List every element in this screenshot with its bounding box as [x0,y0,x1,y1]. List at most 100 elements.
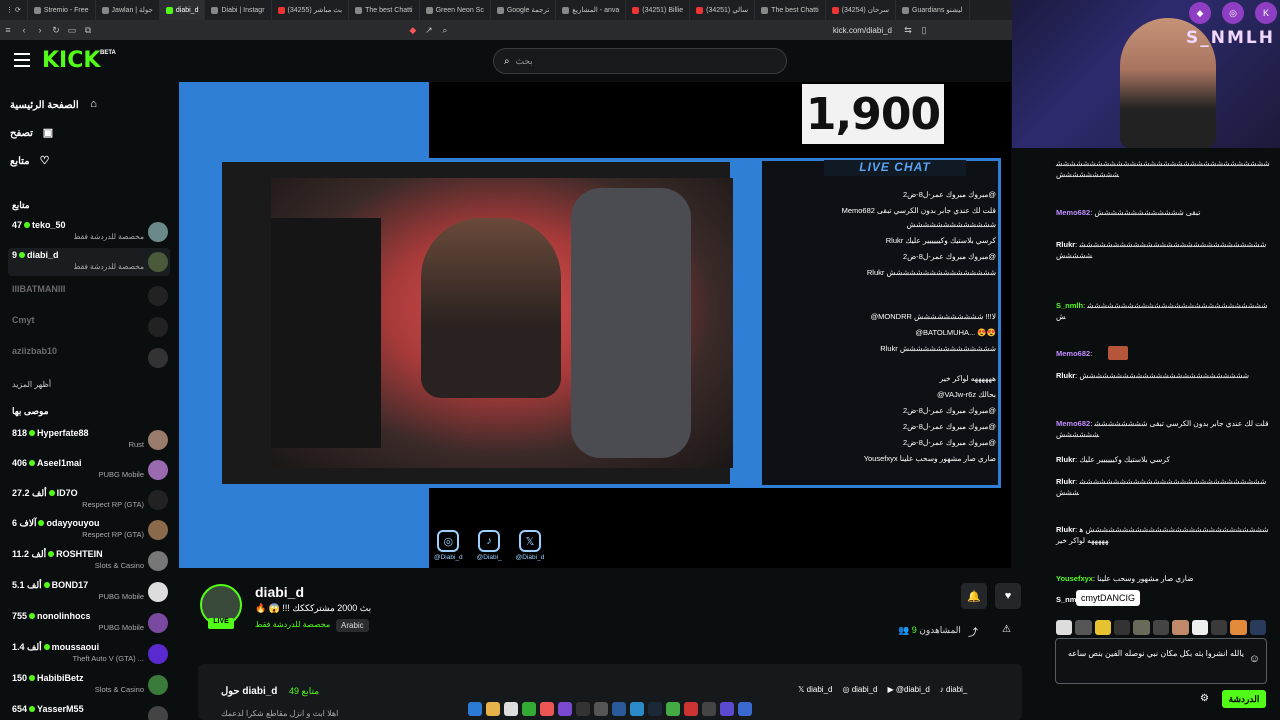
recommended-channel[interactable]: 654 YasserM55 [8,702,170,720]
recommended-channel[interactable]: 27.2 ألف ID7O Respect RP (GTA) [8,486,170,514]
forward-icon[interactable]: › [32,25,48,35]
about-social-youtube[interactable]: ▶ @diabi_d [888,685,930,694]
app-icon[interactable] [702,702,716,716]
app-icon[interactable] [630,702,644,716]
recommended-channel[interactable]: 1.4 ألف moussaoui Theft Auto V (GTA) ... [8,640,170,668]
emote-button[interactable] [1152,620,1170,635]
url-field[interactable]: kick.com/diabi_d [833,26,892,35]
browser-menu-button[interactable]: ⋮ ⟳ [0,0,28,20]
obs-icon[interactable] [576,702,590,716]
browser-tab[interactable]: بث مباشر (34255) [272,0,350,20]
reload-icon[interactable]: ↻ [48,25,64,36]
following-channel-offline[interactable]: IIIBATMANIII [8,282,170,310]
discord-icon[interactable] [558,702,572,716]
following-channel-offline[interactable]: aziizbab10 [8,344,170,372]
browser-tab[interactable]: Jawlan | جولة [96,0,160,20]
calendar-icon[interactable] [504,702,518,716]
browser-tab[interactable]: Green Neon Sc [420,0,491,20]
share-icon[interactable]: ⤴ [968,624,978,639]
channel-name[interactable]: diabi_d [255,584,304,600]
emote-button[interactable] [1191,620,1208,635]
recommended-channel[interactable]: 11.2 ألف ROSHTEIN Slots & Casino [8,547,170,575]
live-dot-icon [24,222,31,228]
nav-browse[interactable]: ▣ تصفح [10,126,178,140]
recommended-channel[interactable]: 6 آلاف odayyouyou Respect RP (GTA) [8,516,170,544]
live-dot-icon [48,490,55,496]
extensions-icon[interactable]: ⧉ [80,25,96,36]
notifications-button[interactable]: 🔔 [961,583,987,609]
about-social-instagram[interactable]: ◎ diabi_d [842,685,877,694]
search-page-icon[interactable]: ⌕ [437,25,453,36]
emoji-icon[interactable]: ☺ [1249,653,1260,666]
emote-button[interactable] [1210,620,1228,635]
app-icon[interactable] [684,702,698,716]
settings-icon[interactable] [594,702,608,716]
tab-list-icon[interactable]: ▭ [64,25,80,36]
browser-tab[interactable]: (34251) سالي [690,0,756,20]
file-explorer-icon[interactable] [486,702,500,716]
browser-tab[interactable]: Google ترجمة [491,0,557,20]
emote-button[interactable] [1133,620,1150,635]
following-channel-offline[interactable]: Cmyt [8,313,170,341]
back-icon[interactable]: ‹ [16,25,32,35]
nav-following[interactable]: ♡ متابع [10,154,178,168]
recommended-channel[interactable]: 818 Hyperfate88 Rust [8,426,170,454]
browser-tab[interactable]: Guardians ليشنو [896,0,970,20]
chat-message: Rlukr: كرسي بلاستيك وكيييييير عليك [1056,455,1170,464]
app-icon[interactable] [720,702,734,716]
following-channel[interactable]: 47 teko_50 مخصصة للدردشة فقط [8,218,170,246]
about-social-tiktok[interactable]: ♪ diabi_ [940,685,968,694]
browser-tab[interactable]: Diabi | Instagr [205,0,272,20]
recommended-channel[interactable]: 755 nonolinhocs PUBG Mobile [8,609,170,637]
share-icon[interactable]: ↗ [421,25,437,36]
browser-tab-active[interactable]: diabi_d [159,0,206,20]
avatar [148,613,168,633]
emote-button[interactable] [1075,620,1092,635]
search-input[interactable]: ⌕ بحث [493,48,787,74]
recommended-channel[interactable]: 150 HabibiBetz Slots & Casino [8,671,170,699]
chat-settings-icon[interactable]: ⚙ [1200,693,1209,704]
following-channel-selected[interactable]: 9 diabi_d مخصصة للدردشة فقط [8,248,170,276]
following-heading: متابع [12,200,30,210]
browser-tab[interactable]: The best Chatti [755,0,826,20]
browser-tab[interactable]: المشاريع - anva [556,0,627,20]
emote-button[interactable] [1230,620,1247,635]
brave-icon[interactable] [540,702,554,716]
steam-icon[interactable] [648,702,662,716]
emote-button[interactable] [1172,620,1189,635]
emote-button[interactable] [1056,620,1073,635]
browser-tab[interactable]: (34251) Billie [626,0,691,20]
report-icon[interactable]: ⚠ [1002,624,1011,635]
emote-button[interactable] [1249,620,1266,635]
recommended-channel[interactable]: 406 Aseel1mai PUBG Mobile [8,456,170,484]
follow-button[interactable]: ♥ [995,583,1021,609]
chat-message: Rlukr: ششششششششششششششششششششششششششششششششش [1056,240,1267,260]
app-icon[interactable] [612,702,626,716]
app-icon[interactable] [522,702,536,716]
show-more-link[interactable]: أظهر المزيد [12,380,51,389]
browser-tab[interactable]: (34254) سرحان [826,0,897,20]
emote-button[interactable] [1094,620,1112,635]
overlay-chat-line: مبروك مبروك عمر-ل8-ض2@ [902,422,996,431]
emote-button[interactable] [1114,620,1131,635]
app-icon[interactable] [738,702,752,716]
menu-icon[interactable]: ≡ [0,25,16,35]
kick-icon: K [1255,2,1277,24]
language-tag[interactable]: Arabic [336,619,369,632]
about-social-x[interactable]: 𝕏 diabi_d [798,685,832,694]
app-icon[interactable] [666,702,680,716]
browser-tab[interactable]: The best Chatti [349,0,420,20]
chat-input[interactable]: يالله انشروا بثه بكل مكان نبي نوصله الفي… [1055,638,1267,684]
browse-icon: ▣ [42,127,54,139]
bookmark-icon[interactable]: ▯ [916,25,932,36]
browser-tab[interactable]: Stremio - Free [28,0,96,20]
brave-shield-icon[interactable]: ◆ [405,25,421,36]
recommended-channel[interactable]: 5.1 ألف BOND17 PUBG Mobile [8,578,170,606]
kick-logo[interactable]: KICK [42,48,100,73]
translate-icon[interactable]: ⇆ [900,25,916,36]
windows-start-icon[interactable] [468,702,482,716]
sidebar-toggle-icon[interactable] [14,53,30,67]
stream-category[interactable]: مخصصة للدردشة فقط [255,620,330,629]
chat-send-button[interactable]: الدردشة [1222,690,1266,708]
nav-home[interactable]: ⌂ الصفحة الرئيسية [10,98,178,112]
